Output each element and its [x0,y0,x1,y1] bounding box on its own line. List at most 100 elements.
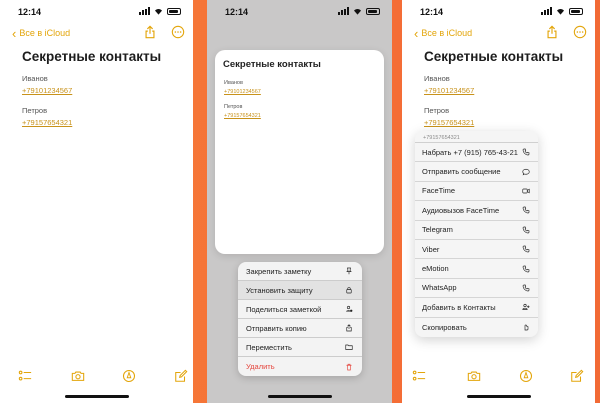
chevron-left-icon: ‹ [12,25,17,41]
menu-item-pin-note[interactable]: Закрепить заметку [238,262,362,281]
status-bar: 12:14 [0,0,193,22]
wifi-icon [155,8,162,15]
navigation-bar: ‹ Все в iCloud [402,25,595,43]
share-icon[interactable] [143,25,157,39]
home-indicator [64,395,129,398]
contact-name: Иванов [224,80,243,86]
message-icon [522,168,530,176]
status-bar: 12:14 [402,0,595,22]
menu-item-label: Набрать +7 (915) 765-43-21 [422,147,518,157]
note-context-menu: Закрепить заметку Установить защиту Поде… [238,262,362,376]
trash-icon [345,363,353,371]
copy-icon [522,323,530,331]
menu-item-viber[interactable]: Viber [415,240,538,260]
phone-icon [522,284,530,292]
menu-item-label: Переместить [246,342,292,352]
compose-icon[interactable] [570,369,584,383]
battery-icon [366,7,380,15]
compose-icon[interactable] [174,369,188,383]
signal-icon [338,7,349,15]
contact-name: Иванов [22,74,48,83]
home-indicator [267,395,332,398]
add-contact-icon [522,303,530,311]
phone-icon [522,245,530,253]
menu-item-label: Аудиовызов FaceTime [422,205,500,215]
share-icon[interactable] [545,25,559,39]
video-icon [522,187,530,195]
phone-link-menu: +79157654321 Набрать +7 (915) 765-43-21 … [415,131,538,337]
more-icon[interactable] [171,25,185,39]
camera-icon[interactable] [467,369,481,383]
contact-entry: Иванов +79101234567 [22,74,72,95]
wifi-icon [557,8,564,15]
more-icon[interactable] [573,25,587,39]
phone-icon [522,265,530,273]
phone-link[interactable]: +79157654321 [22,118,72,127]
menu-item-facetime[interactable]: FaceTime [415,182,538,202]
contact-entry: Петров +79157654321 [424,106,474,127]
markup-pen-icon[interactable] [122,369,136,383]
menu-item-dial[interactable]: Набрать +7 (915) 765-43-21 [415,143,538,163]
phone-icon [522,148,530,156]
status-time: 12:14 [18,7,42,17]
menu-item-add-to-contacts[interactable]: Добавить в Контакты [415,298,538,318]
menu-item-share-note[interactable]: Поделиться заметкой [238,300,362,319]
contact-name: Петров [224,104,243,110]
back-label: Все в iCloud [421,28,473,38]
menu-item-facetime-audio[interactable]: Аудиовызов FaceTime [415,201,538,221]
menu-item-label: Удалить [246,362,275,371]
contact-entry: Петров +79157654321 [22,106,72,127]
menu-item-label: Установить защиту [246,285,313,295]
status-time: 12:14 [420,7,444,17]
menu-item-delete[interactable]: Удалить [238,357,362,376]
contact-entry: Петров +79157654321 [224,104,261,119]
phone-icon [522,206,530,214]
menu-item-copy[interactable]: Скопировать [415,318,538,337]
phone-link: +79101234567 [224,89,261,95]
menu-item-send-copy[interactable]: Отправить копию [238,319,362,338]
home-indicator [466,395,531,398]
phone-screen-note: 12:14 ‹ Все в iCloud Секретные контакты … [0,0,193,403]
back-button[interactable]: ‹ Все в iCloud [12,25,71,41]
back-label: Все в iCloud [19,28,71,38]
contact-entry: Иванов +79101234567 [424,74,474,95]
contact-name: Иванов [424,74,450,83]
phone-screen-link-menu: 12:14 ‹ Все в iCloud Секретные контакты … [402,0,595,403]
phone-link[interactable]: +79157654321 [424,118,474,127]
menu-item-telegram[interactable]: Telegram [415,221,538,240]
lock-icon [345,286,353,294]
menu-item-lock-note[interactable]: Установить защиту [238,281,362,300]
menu-item-label: Отправить копию [246,323,307,333]
menu-item-label: FaceTime [422,186,456,196]
person-share-icon [345,305,353,313]
signal-icon [139,7,150,15]
menu-item-label: Viber [422,244,440,254]
bottom-toolbar [402,369,595,387]
note-title: Секретные контакты [424,49,564,64]
camera-icon[interactable] [71,369,85,383]
checklist-icon[interactable] [18,369,32,383]
menu-item-label: Добавить в Контакты [422,302,496,312]
menu-item-label: Скопировать [422,322,467,332]
back-button[interactable]: ‹ Все в iCloud [414,25,473,41]
menu-item-label: Отправить сообщение [422,167,501,177]
menu-item-send-message[interactable]: Отправить сообщение [415,162,538,182]
markup-pen-icon[interactable] [519,369,533,383]
menu-item-label: Закрепить заметку [246,266,312,276]
note-title: Секретные контакты [22,49,162,64]
chevron-left-icon: ‹ [414,25,419,41]
menu-item-move[interactable]: Переместить [238,338,362,357]
menu-item-emotion[interactable]: eMotion [415,259,538,279]
menu-item-label: eMotion [422,264,449,274]
share-icon [345,324,353,332]
phone-link[interactable]: +79101234567 [424,86,474,95]
phone-link[interactable]: +79101234567 [22,86,72,95]
menu-item-whatsapp[interactable]: WhatsApp [415,279,538,299]
contact-entry: Иванов +79101234567 [224,80,261,95]
contact-name: Петров [424,106,450,115]
checklist-icon[interactable] [412,369,426,383]
contact-name: Петров [22,106,48,115]
menu-item-label: Telegram [422,225,453,235]
status-time: 12:14 [225,7,249,17]
battery-icon [167,7,181,15]
